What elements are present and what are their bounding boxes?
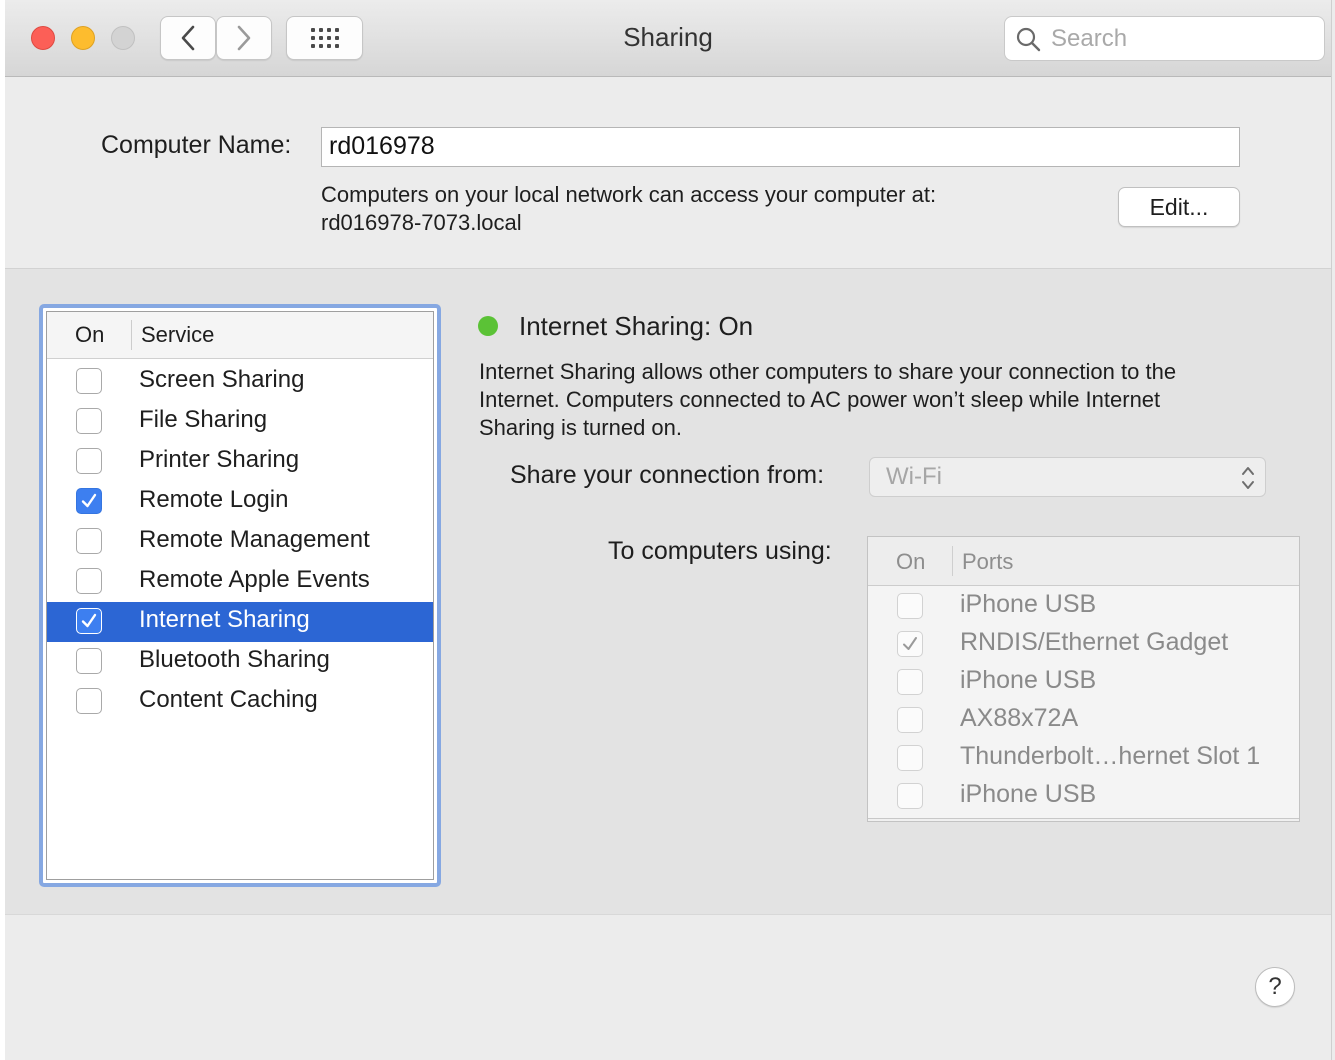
port-checkbox <box>897 783 923 809</box>
service-row-printer-sharing[interactable]: Printer Sharing <box>47 442 433 482</box>
checkmark-icon <box>903 637 917 650</box>
service-row-file-sharing[interactable]: File Sharing <box>47 402 433 442</box>
bottom-divider <box>5 914 1331 915</box>
share-from-select[interactable]: Wi-Fi <box>869 457 1266 497</box>
service-label: Internet Sharing <box>139 606 310 633</box>
port-checkbox <box>897 745 923 771</box>
service-list-focus-ring: On Service Screen Sharing File Sharing P… <box>39 304 441 887</box>
service-row-internet-sharing[interactable]: Internet Sharing <box>47 602 433 642</box>
search-placeholder: Search <box>1051 25 1128 52</box>
port-row: iPhone USB <box>868 587 1299 625</box>
service-label: Content Caching <box>139 686 318 713</box>
port-row: AX88x72A <box>868 701 1299 739</box>
service-label: Remote Apple Events <box>139 566 370 593</box>
service-label: File Sharing <box>139 406 268 433</box>
port-label: Thunderbolt…hernet Slot 1 <box>960 742 1261 770</box>
header-separator <box>952 546 953 576</box>
header-on[interactable]: On <box>75 322 104 348</box>
ports-header-on: On <box>896 549 926 574</box>
port-label: iPhone USB <box>960 590 1097 618</box>
description-line: Internet Sharing allows other computers … <box>479 359 1177 384</box>
bluetooth-sharing-checkbox[interactable] <box>76 648 102 674</box>
service-label: Screen Sharing <box>139 366 305 393</box>
port-checkbox <box>897 593 923 619</box>
header-separator <box>131 320 132 350</box>
service-description: Internet Sharing allows other computers … <box>479 358 1279 442</box>
up-down-arrows-icon <box>1242 467 1254 489</box>
service-row-remote-management[interactable]: Remote Management <box>47 522 433 562</box>
search-icon <box>1016 27 1041 52</box>
service-label: Bluetooth Sharing <box>139 646 330 673</box>
service-list-header: On Service <box>47 312 433 359</box>
service-list[interactable]: On Service Screen Sharing File Sharing P… <box>46 311 434 880</box>
sharing-window: Sharing Search Computer Name: rd016978 C… <box>5 0 1332 1060</box>
port-checkbox <box>897 631 923 657</box>
description-line: Internet. Computers connected to AC powe… <box>479 387 1161 412</box>
service-row-screen-sharing[interactable]: Screen Sharing <box>47 362 433 402</box>
content-caching-checkbox[interactable] <box>76 688 102 714</box>
port-label: iPhone USB <box>960 780 1097 808</box>
help-button[interactable]: ? <box>1255 967 1295 1007</box>
ports-list-scroll-edge <box>868 818 1299 821</box>
screen-sharing-checkbox[interactable] <box>76 368 102 394</box>
service-row-content-caching[interactable]: Content Caching <box>47 682 433 722</box>
header-service[interactable]: Service <box>141 322 214 348</box>
printer-sharing-checkbox[interactable] <box>76 448 102 474</box>
status-indicator <box>478 316 498 336</box>
port-row: iPhone USB <box>868 777 1299 815</box>
remote-apple-events-checkbox[interactable] <box>76 568 102 594</box>
remote-login-checkbox[interactable] <box>76 488 102 514</box>
local-address-line2: rd016978-7073.local <box>321 210 522 235</box>
remote-management-checkbox[interactable] <box>76 528 102 554</box>
port-checkbox <box>897 707 923 733</box>
port-row: Thunderbolt…hernet Slot 1 <box>868 739 1299 777</box>
computer-name-field[interactable]: rd016978 <box>321 127 1240 167</box>
service-label: Printer Sharing <box>139 446 300 473</box>
share-from-label: Share your connection from: <box>510 461 825 489</box>
port-label: iPhone USB <box>960 666 1097 694</box>
share-from-value: Wi-Fi <box>886 463 942 490</box>
to-computers-label: To computers using: <box>608 537 832 565</box>
checkmark-icon <box>81 613 97 628</box>
local-address-line1: Computers on your local network can acce… <box>321 182 937 207</box>
edit-button[interactable]: Edit... <box>1118 187 1240 227</box>
ports-header-ports: Ports <box>962 549 1014 574</box>
title-bar: Sharing Search <box>5 0 1331 77</box>
port-row: iPhone USB <box>868 663 1299 701</box>
port-row: RNDIS/Ethernet Gadget <box>868 625 1299 663</box>
port-label: AX88x72A <box>960 704 1079 732</box>
search-input[interactable]: Search <box>1004 16 1325 61</box>
port-label: RNDIS/Ethernet Gadget <box>960 628 1229 656</box>
checkmark-icon <box>81 493 97 508</box>
ports-list[interactable]: On Ports iPhone USB RNDIS/Ethernet Gadge… <box>867 536 1300 822</box>
computer-name-label: Computer Name: <box>101 131 292 159</box>
description-line: Sharing is turned on. <box>479 415 683 440</box>
service-row-bluetooth-sharing[interactable]: Bluetooth Sharing <box>47 642 433 682</box>
ports-list-header: On Ports <box>868 537 1299 586</box>
port-checkbox <box>897 669 923 695</box>
status-title: Internet Sharing: On <box>519 311 754 341</box>
service-row-remote-apple-events[interactable]: Remote Apple Events <box>47 562 433 602</box>
internet-sharing-checkbox[interactable] <box>76 608 102 634</box>
service-row-remote-login[interactable]: Remote Login <box>47 482 433 522</box>
service-label: Remote Login <box>139 486 289 513</box>
service-label: Remote Management <box>139 526 370 553</box>
local-address-text: Computers on your local network can acce… <box>321 181 936 237</box>
file-sharing-checkbox[interactable] <box>76 408 102 434</box>
